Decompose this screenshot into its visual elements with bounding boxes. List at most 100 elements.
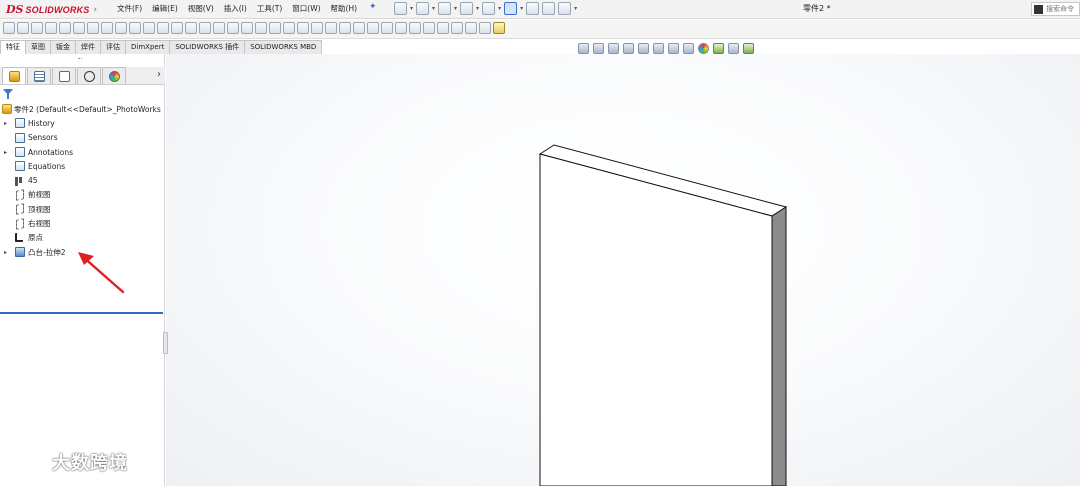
undo-icon[interactable] [482, 2, 496, 15]
save-icon[interactable] [438, 2, 452, 15]
view-settings-icon[interactable] [728, 43, 739, 54]
file-properties-icon[interactable] [542, 2, 556, 15]
tab-sheet-metal[interactable]: 钣金 [50, 40, 76, 54]
tab-feature-manager[interactable] [2, 67, 26, 84]
chevron-down-icon[interactable]: ▾ [432, 5, 435, 12]
tab-display-manager[interactable] [102, 67, 126, 84]
pin-icon[interactable]: ✦ [369, 2, 377, 12]
delete-body-icon[interactable] [353, 22, 365, 34]
revolved-cut-icon[interactable] [87, 22, 99, 34]
menu-edit[interactable]: 编辑(E) [147, 3, 183, 15]
render-tools-icon[interactable] [743, 43, 754, 54]
tab-weldments[interactable]: 焊件 [75, 40, 101, 54]
boundary-cut-icon[interactable] [451, 22, 463, 34]
rib-icon[interactable] [129, 22, 141, 34]
menu-help[interactable]: 帮助(H) [326, 3, 363, 15]
reference-plane-icon[interactable] [465, 22, 477, 34]
edit-appearance-icon[interactable] [698, 43, 709, 54]
panel-drag-handle[interactable] [78, 58, 82, 61]
options-gear-icon[interactable] [558, 2, 572, 15]
select-pointer-icon[interactable] [504, 2, 518, 15]
menu-tools[interactable]: 工具(T) [252, 3, 287, 15]
intersect-icon[interactable] [185, 22, 197, 34]
draft-icon[interactable] [143, 22, 155, 34]
indent-icon[interactable] [395, 22, 407, 34]
flex-icon[interactable] [367, 22, 379, 34]
tab-addins[interactable]: SOLIDWORKS 插件 [169, 40, 246, 54]
tree-item-top-plane[interactable]: 顶视图 [0, 202, 165, 216]
tab-property-manager[interactable] [27, 67, 51, 84]
tree-item-material[interactable]: 45 [0, 173, 165, 187]
chevron-down-icon[interactable]: ▾ [476, 5, 479, 12]
wrap-icon[interactable] [171, 22, 183, 34]
previous-view-icon[interactable] [608, 43, 619, 54]
menu-insert[interactable]: 插入(I) [219, 3, 252, 15]
display-style-icon[interactable] [668, 43, 679, 54]
tree-item-history[interactable]: ▸ History [0, 116, 165, 130]
open-icon[interactable] [416, 2, 430, 15]
section-view-icon[interactable] [623, 43, 634, 54]
chevron-down-icon[interactable]: ▾ [454, 5, 457, 12]
tree-item-front-plane[interactable]: 前视图 [0, 188, 165, 202]
chevron-down-icon[interactable]: ▾ [410, 5, 413, 12]
mirror-icon[interactable] [199, 22, 211, 34]
graphics-area[interactable] [166, 54, 1080, 486]
hide-show-items-icon[interactable] [683, 43, 694, 54]
curves-icon[interactable] [227, 22, 239, 34]
hole-wizard-icon[interactable] [255, 22, 267, 34]
split-icon[interactable] [325, 22, 337, 34]
menu-view[interactable]: 视图(V) [183, 3, 219, 15]
print-icon[interactable] [460, 2, 474, 15]
menu-file[interactable]: 文件(F) [112, 3, 147, 15]
dome-icon[interactable] [283, 22, 295, 34]
rollback-bar[interactable] [0, 312, 163, 314]
tree-item-annotations[interactable]: ▸ Annotations [0, 145, 165, 159]
fillet-icon[interactable] [101, 22, 113, 34]
dynamic-annotation-icon[interactable] [638, 43, 649, 54]
tree-filter[interactable] [2, 88, 162, 100]
sweep-cut-icon[interactable] [423, 22, 435, 34]
expand-arrow-icon[interactable]: ▸ [4, 149, 10, 156]
move-copy-icon[interactable] [339, 22, 351, 34]
instant3d-toggle-icon[interactable] [493, 22, 505, 34]
chamfer-icon[interactable] [269, 22, 281, 34]
expand-arrow-icon[interactable]: ▸ [4, 249, 10, 256]
tab-sketch[interactable]: 草图 [25, 40, 51, 54]
instant3d-icon[interactable] [241, 22, 253, 34]
linear-pattern-icon[interactable] [297, 22, 309, 34]
tree-item-origin[interactable]: 原点 [0, 231, 165, 245]
chevron-right-icon[interactable]: › [157, 69, 161, 80]
rebuild-icon[interactable] [526, 2, 540, 15]
expand-arrow-icon[interactable]: ▸ [4, 120, 10, 127]
lofted-boss-icon[interactable] [45, 22, 57, 34]
helix-icon[interactable] [479, 22, 491, 34]
zoom-to-area-icon[interactable] [593, 43, 604, 54]
chevron-down-icon[interactable]: ▾ [498, 5, 501, 12]
chevron-down-icon[interactable]: ▾ [574, 5, 577, 12]
tab-configuration-manager[interactable] [52, 67, 76, 84]
tab-evaluate[interactable]: 评估 [100, 40, 126, 54]
freeform-icon[interactable] [381, 22, 393, 34]
tab-dimxpert[interactable]: DimXpert [125, 40, 171, 54]
solidworks-logo[interactable]: DS SOLIDWORKS › [6, 2, 97, 17]
view-orientation-icon[interactable] [653, 43, 664, 54]
boundary-boss-icon[interactable] [59, 22, 71, 34]
model-viewport[interactable] [166, 54, 1080, 486]
zoom-to-fit-icon[interactable] [578, 43, 589, 54]
tab-features[interactable]: 特征 [0, 40, 26, 54]
extruded-boss-icon[interactable] [3, 22, 15, 34]
tree-item-equations[interactable]: Equations [0, 159, 165, 173]
chevron-down-icon[interactable]: ▾ [520, 5, 523, 12]
extruded-cut-icon[interactable] [73, 22, 85, 34]
tab-mbd[interactable]: SOLIDWORKS MBD [244, 40, 323, 54]
apply-scene-icon[interactable] [713, 43, 724, 54]
reference-geometry-icon[interactable] [213, 22, 225, 34]
revolved-boss-icon[interactable] [17, 22, 29, 34]
tree-root[interactable]: 零件2 (Default<<Default>_PhotoWorks [0, 102, 165, 116]
new-icon[interactable] [394, 2, 407, 15]
combine-icon[interactable] [311, 22, 323, 34]
tree-item-right-plane[interactable]: 右视图 [0, 216, 165, 230]
search-commands[interactable]: 搜索命令 [1031, 2, 1080, 16]
panel-collapse-handle[interactable] [163, 332, 168, 354]
tab-dimxpert-manager[interactable] [77, 67, 101, 84]
